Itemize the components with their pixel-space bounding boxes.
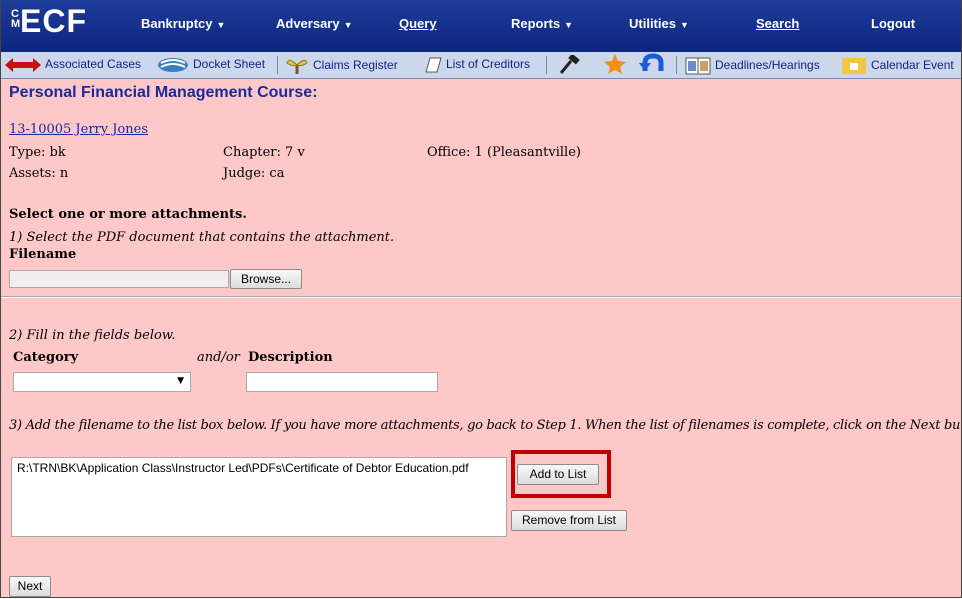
- docket-sheet-icon: [158, 58, 188, 72]
- add-to-list-button[interactable]: Add to List: [517, 464, 599, 485]
- page-title: Personal Financial Management Course:: [9, 84, 318, 101]
- menu-reports[interactable]: Reports ▼: [511, 16, 573, 31]
- case-chapter: Chapter: 7 v: [223, 145, 305, 160]
- calendar-events-button[interactable]: Calendar Event: [841, 57, 954, 75]
- gavel-icon: [559, 53, 580, 74]
- next-button[interactable]: Next: [9, 576, 51, 597]
- menu-adversary[interactable]: Adversary ▼: [276, 16, 353, 31]
- step3-instruction: 3) Add the filename to the list box belo…: [9, 418, 962, 433]
- docket-sheet-button[interactable]: Docket Sheet: [157, 57, 265, 73]
- toolbar-separator: [676, 56, 677, 74]
- menu-utilities[interactable]: Utilities ▼: [629, 16, 689, 31]
- claims-register-icon: [286, 59, 308, 74]
- caret-down-icon: ▼: [343, 20, 353, 30]
- browse-button[interactable]: Browse...: [230, 269, 302, 289]
- undo-arrow-icon: [639, 53, 664, 71]
- caret-down-icon: ▼: [679, 20, 689, 30]
- select-attachments-heading: Select one or more attachments.: [9, 207, 247, 222]
- application-frame: CMECF Bankruptcy ▼ Adversary ▼ Query Repor…: [0, 0, 962, 598]
- filename-label: Filename: [9, 247, 77, 262]
- calendar-icon: [842, 58, 866, 74]
- case-office: Office: 1 (Pleasantville): [427, 145, 581, 160]
- calendar-book-icon: [685, 57, 711, 75]
- step2-instruction: 2) Fill in the fields below.: [9, 328, 176, 343]
- associated-cases-button[interactable]: Associated Cases: [5, 57, 141, 72]
- filename-field[interactable]: [9, 270, 229, 288]
- favorites-button[interactable]: [603, 53, 627, 78]
- main-content: Personal Financial Management Course: 13…: [1, 78, 962, 597]
- toolbar-separator: [546, 56, 547, 74]
- divider: [1, 296, 961, 298]
- list-item[interactable]: R:\TRN\BK\Application Class\Instructor L…: [17, 461, 501, 475]
- menu-bar: CMECF Bankruptcy ▼ Adversary ▼ Query Repor…: [1, 0, 961, 52]
- toolbar-separator: [277, 56, 278, 74]
- caret-down-icon: ▼: [564, 20, 574, 30]
- description-input[interactable]: [246, 372, 438, 392]
- menu-logout[interactable]: Logout: [871, 16, 915, 31]
- back-button[interactable]: [639, 53, 665, 78]
- case-type: Type: bk: [9, 145, 66, 160]
- andor-text: and/or: [197, 350, 240, 365]
- category-select[interactable]: ▼: [13, 372, 191, 392]
- dropdown-arrow-icon: ▼: [177, 376, 184, 386]
- list-icon: [425, 57, 442, 73]
- gavel-button[interactable]: [557, 53, 581, 78]
- claims-register-button[interactable]: Claims Register: [285, 57, 398, 75]
- double-arrow-icon: [5, 57, 41, 72]
- list-of-creditors-button[interactable]: List of Creditors: [424, 57, 530, 73]
- case-link[interactable]: 13-10005 Jerry Jones: [9, 122, 148, 137]
- menu-query[interactable]: Query: [399, 16, 437, 31]
- toolbar: Associated Cases Docket Sheet Claims Reg…: [1, 52, 961, 79]
- deadlines-hearings-button[interactable]: Deadlines/Hearings: [685, 57, 820, 75]
- star-icon: [604, 54, 626, 74]
- case-assets: Assets: n: [9, 166, 69, 181]
- attachments-listbox[interactable]: R:\TRN\BK\Application Class\Instructor L…: [11, 457, 507, 537]
- menu-bankruptcy[interactable]: Bankruptcy ▼: [141, 16, 225, 31]
- step1-instruction: 1) Select the PDF document that contains…: [9, 230, 395, 245]
- case-judge: Judge: ca: [223, 166, 285, 181]
- ecf-logo: CMECF: [11, 3, 87, 39]
- description-label: Description: [248, 350, 333, 365]
- category-label: Category: [13, 350, 79, 365]
- menu-search[interactable]: Search: [756, 16, 799, 31]
- caret-down-icon: ▼: [216, 20, 226, 30]
- remove-from-list-button[interactable]: Remove from List: [511, 510, 627, 531]
